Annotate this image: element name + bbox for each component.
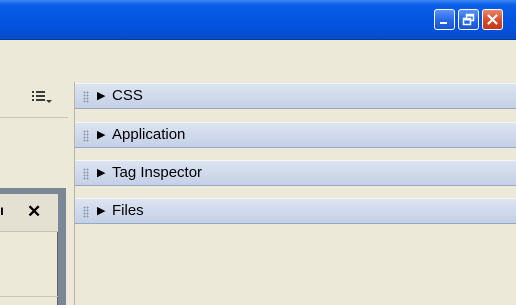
restore-icon bbox=[462, 13, 475, 26]
minimize-button[interactable] bbox=[434, 9, 455, 30]
expand-arrow-icon: ▶ bbox=[97, 129, 106, 141]
drag-grip-icon[interactable] bbox=[83, 206, 89, 218]
panel-header-application[interactable]: ▶ Application bbox=[75, 122, 516, 148]
panel-header-css[interactable]: ▶ CSS bbox=[75, 83, 516, 109]
close-panel-icon[interactable]: ✕ bbox=[27, 202, 41, 222]
left-panel-divider bbox=[0, 117, 68, 118]
panel-title: CSS bbox=[112, 87, 143, 104]
minimize-icon bbox=[438, 13, 451, 26]
panel-title: Application bbox=[112, 126, 186, 143]
close-icon bbox=[486, 13, 499, 26]
panel-title: Files bbox=[112, 202, 144, 219]
drag-grip-icon[interactable] bbox=[83, 130, 89, 142]
close-window-button[interactable] bbox=[482, 9, 503, 30]
restore-button[interactable] bbox=[458, 9, 479, 30]
panel-header-tag-inspector[interactable]: ▶ Tag Inspector bbox=[75, 160, 516, 186]
window-titlebar bbox=[0, 0, 516, 40]
docked-panel-tab-label: ı bbox=[0, 202, 4, 218]
expand-arrow-icon: ▶ bbox=[97, 205, 106, 217]
panel-group bbox=[74, 82, 516, 305]
panel-title: Tag Inspector bbox=[112, 164, 203, 181]
expand-arrow-icon: ▶ bbox=[97, 167, 106, 179]
drag-grip-icon[interactable] bbox=[83, 91, 89, 103]
list-options-icon[interactable] bbox=[31, 89, 53, 105]
panel-header-files[interactable]: ▶ Files bbox=[75, 198, 516, 224]
expand-arrow-icon: ▶ bbox=[97, 90, 106, 102]
drag-grip-icon[interactable] bbox=[83, 168, 89, 180]
docked-panel-divider bbox=[0, 296, 58, 297]
